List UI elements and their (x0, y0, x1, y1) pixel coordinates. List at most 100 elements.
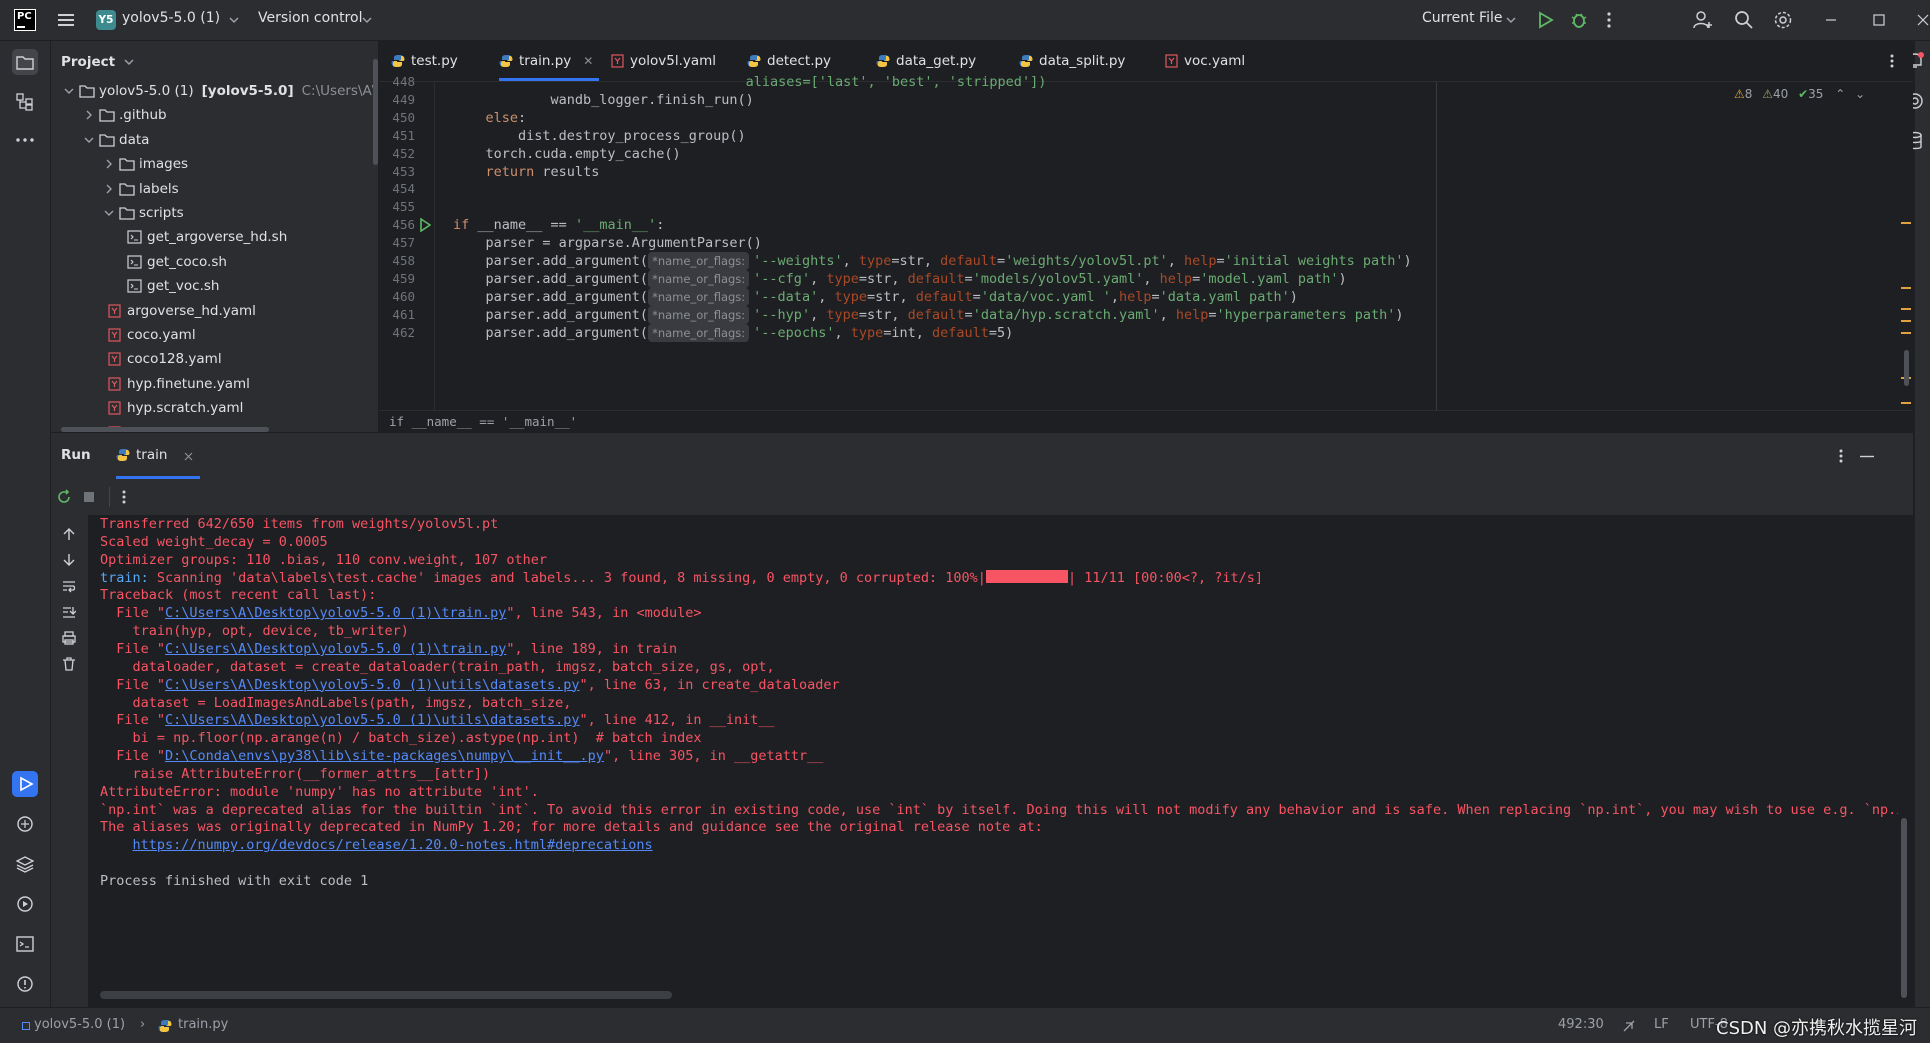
tree-item[interactable]: .github (51, 103, 378, 127)
tree-item[interactable]: scripts (51, 201, 378, 225)
run-panel-options-icon[interactable] (1838, 448, 1844, 464)
python-file-icon (499, 54, 513, 68)
settings-gear-icon[interactable] (1773, 10, 1793, 30)
project-root-name: [yolov5-5.0] (201, 83, 294, 99)
file-link[interactable]: C:\Users\A\Desktop\yolov5-5.0 (1)\train.… (165, 605, 506, 621)
status-file[interactable]: train.py (178, 1017, 228, 1032)
tree-item[interactable]: yolov5-5.0 (1)[yolov5-5.0]C:\Users\A\De (51, 79, 378, 103)
chevron-down-icon[interactable] (63, 85, 75, 97)
code-token: type (858, 253, 892, 269)
version-control-menu[interactable]: Version control (258, 8, 376, 32)
run-tool-button[interactable] (12, 771, 38, 797)
python-file-icon (391, 54, 405, 68)
project-panel-header[interactable]: Project (61, 51, 134, 71)
code-token: type (826, 270, 859, 287)
tree-item[interactable]: get_argoverse_hd.sh (51, 225, 378, 249)
close-icon[interactable] (1917, 14, 1929, 26)
print-icon[interactable] (62, 631, 76, 645)
maximize-icon[interactable] (1873, 14, 1885, 26)
file-link[interactable]: D:\Conda\envs\py38\lib\site-packages\num… (165, 748, 604, 764)
structure-tool-button[interactable] (12, 89, 38, 115)
close-tab-icon[interactable] (184, 452, 193, 461)
arrow-down-icon[interactable] (62, 553, 76, 567)
console-output[interactable]: Transferred 642/650 items from weights/y… (88, 515, 1898, 1007)
code-token: wandb_logger.finish_run() (453, 91, 754, 108)
file-link[interactable]: C:\Users\A\Desktop\yolov5-5.0 (1)\utils\… (165, 677, 580, 693)
code-token: '--weights' (753, 253, 843, 269)
tree-item[interactable]: coco.yaml (51, 323, 378, 347)
tree-item[interactable]: get_voc.sh (51, 274, 378, 298)
file-link[interactable]: https://numpy.org/devdocs/release/1.20.0… (133, 837, 653, 853)
run-panel: Run train Transferred 642/650 items from… (51, 433, 1913, 1007)
minimize-icon[interactable] (1825, 14, 1837, 26)
soft-wrap-icon[interactable] (62, 579, 76, 593)
python-console-button[interactable] (12, 811, 38, 837)
status-bar: yolov5-5.0 (1) › train.py 492:30 LF UTF-… (0, 1007, 1930, 1043)
tree-item[interactable]: argoverse_hd.yaml (51, 299, 378, 323)
tree-item[interactable]: data (51, 128, 378, 152)
project-selector[interactable]: Y5 yolov5-5.0 (1) (96, 8, 241, 32)
more-tools-button[interactable] (12, 127, 38, 153)
app-logo[interactable]: PC (14, 9, 36, 31)
code-token: parser.add_argument( (453, 270, 649, 287)
more-options-icon[interactable] (1606, 11, 1612, 29)
more-actions-icon[interactable] (121, 489, 127, 505)
run-tab-train[interactable]: train (116, 433, 200, 479)
run-icon[interactable] (1536, 11, 1554, 29)
problems-button[interactable] (12, 971, 38, 997)
console-line: https://numpy.org/devdocs/release/1.20.0… (100, 834, 653, 856)
main-menu-button[interactable] (58, 12, 76, 28)
chevron-right-icon[interactable] (103, 158, 115, 170)
scroll-to-end-icon[interactable] (62, 605, 76, 619)
title-bar: PC Y5 yolov5-5.0 (1) Version control Cur… (0, 0, 1930, 41)
code-token: '__main__' (574, 217, 657, 234)
add-user-icon[interactable] (1693, 10, 1713, 30)
console-scroll-thumb[interactable] (100, 991, 672, 999)
code-token: , (1110, 288, 1119, 305)
services-button[interactable] (12, 891, 38, 917)
stop-icon[interactable] (82, 490, 96, 504)
hide-panel-icon[interactable] (1860, 455, 1874, 458)
code-token: =str, (891, 253, 941, 269)
chevron-right-icon[interactable] (83, 109, 95, 121)
tree-item[interactable]: get_coco.sh (51, 250, 378, 274)
code-area[interactable]: 448 aliases=['last', 'best', 'stripped']… (379, 74, 1913, 410)
error-stripe[interactable] (1899, 82, 1913, 410)
rerun-icon[interactable] (56, 489, 72, 505)
status-project[interactable]: yolov5-5.0 (1) (34, 1017, 125, 1032)
tree-scrollbar-vertical[interactable] (373, 59, 378, 165)
caret-position[interactable]: 492:30 (1558, 1017, 1604, 1032)
gutter-run-icon[interactable] (419, 218, 431, 233)
console-h-scrollbar[interactable] (101, 808, 102, 809)
tree-item[interactable]: coco128.yaml (51, 347, 378, 371)
line-separator[interactable]: LF (1654, 1017, 1669, 1032)
chevron-down-icon[interactable] (103, 207, 115, 219)
project-tool-button[interactable] (12, 49, 38, 75)
tree-item[interactable]: hyp.scratch.yaml (51, 396, 378, 420)
chevron-right-icon[interactable] (103, 183, 115, 195)
editor-scrollbar[interactable] (1904, 350, 1909, 386)
file-link[interactable]: C:\Users\A\Desktop\yolov5-5.0 (1)\train.… (165, 641, 506, 657)
editor-breadcrumb[interactable]: if __name__ == '__main__' (379, 410, 1913, 432)
run-config-selector[interactable]: Current File (1422, 8, 1518, 32)
readonly-toggle-icon[interactable] (1622, 1019, 1636, 1033)
chevron-down-icon[interactable] (83, 134, 95, 146)
terminal-button[interactable] (12, 931, 38, 957)
console-scrollbar-vertical[interactable] (1901, 818, 1907, 998)
version-control-label: Version control (258, 10, 363, 26)
editor-more-options-icon[interactable] (1889, 53, 1895, 69)
search-icon[interactable] (1734, 10, 1754, 30)
chevron-down-icon (1506, 17, 1516, 24)
tree-item[interactable]: hyp.finetune.yaml (51, 372, 378, 396)
file-link[interactable]: C:\Users\A\Desktop\yolov5-5.0 (1)\utils\… (165, 712, 580, 728)
debug-icon[interactable] (1570, 11, 1588, 29)
python-packages-button[interactable] (12, 851, 38, 877)
arrow-up-icon[interactable] (62, 527, 76, 541)
stripe-marker (1901, 332, 1911, 334)
trash-icon[interactable] (62, 657, 76, 671)
yaml-file-icon (107, 328, 123, 342)
tree-item[interactable]: labels (51, 177, 378, 201)
tree-scrollbar-horizontal[interactable] (61, 427, 269, 432)
tree-item[interactable]: images (51, 152, 378, 176)
